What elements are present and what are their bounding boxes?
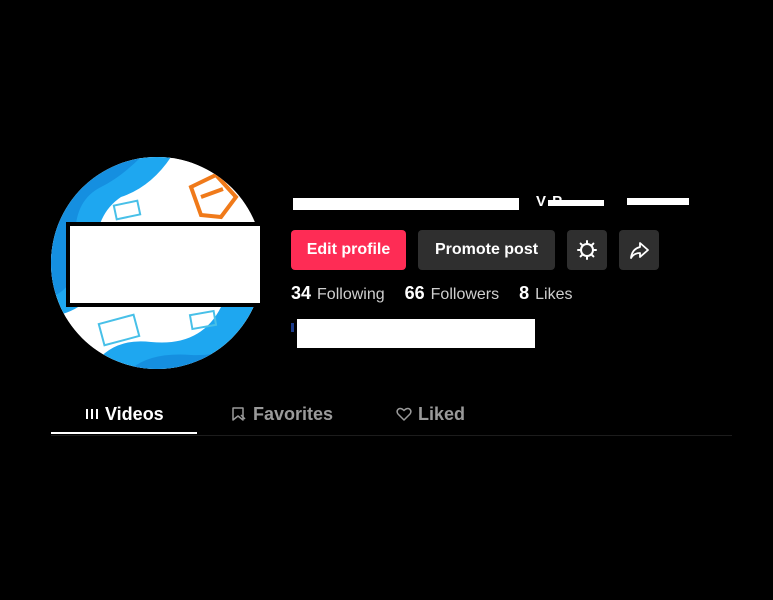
likes-count: 8 xyxy=(519,283,530,303)
stat-followers[interactable]: 66 Followers xyxy=(405,283,500,304)
profile-stats: 34 Following 66 Followers 8 Likes xyxy=(291,283,593,304)
likes-label: Likes xyxy=(535,286,573,303)
heart-icon xyxy=(396,407,412,421)
following-count: 34 xyxy=(291,283,312,303)
gear-icon xyxy=(577,240,597,260)
username-redaction xyxy=(293,198,519,210)
bookmark-icon xyxy=(232,407,246,421)
tab-liked-label: Liked xyxy=(418,403,466,424)
avatar-redaction xyxy=(66,222,264,307)
followers-count: 66 xyxy=(404,283,425,303)
profile-tabs: Videos Favorites Liked xyxy=(51,396,732,436)
promote-post-button[interactable]: Promote post xyxy=(418,230,555,270)
tab-liked[interactable]: Liked xyxy=(396,396,465,432)
tab-videos-label: Videos xyxy=(105,403,164,424)
bio-marker xyxy=(291,323,294,332)
tab-videos[interactable]: Videos xyxy=(85,396,164,432)
active-tab-indicator xyxy=(51,432,197,434)
stat-likes: 8 Likes xyxy=(519,283,572,304)
following-label: Following xyxy=(317,286,385,303)
tab-favorites-label: Favorites xyxy=(253,403,334,424)
display-name-redaction xyxy=(548,200,604,206)
stat-following[interactable]: 34 Following xyxy=(291,283,385,304)
display-name-redaction xyxy=(627,198,689,205)
grid-icon xyxy=(86,409,98,419)
share-icon xyxy=(630,242,649,259)
settings-button[interactable] xyxy=(567,230,607,270)
share-button[interactable] xyxy=(619,230,659,270)
profile-page: V P Edit profile Promote post xyxy=(0,0,773,600)
bio-redaction xyxy=(297,319,535,348)
tab-favorites[interactable]: Favorites xyxy=(231,396,333,432)
followers-label: Followers xyxy=(430,286,500,303)
edit-profile-button[interactable]: Edit profile xyxy=(291,230,406,270)
